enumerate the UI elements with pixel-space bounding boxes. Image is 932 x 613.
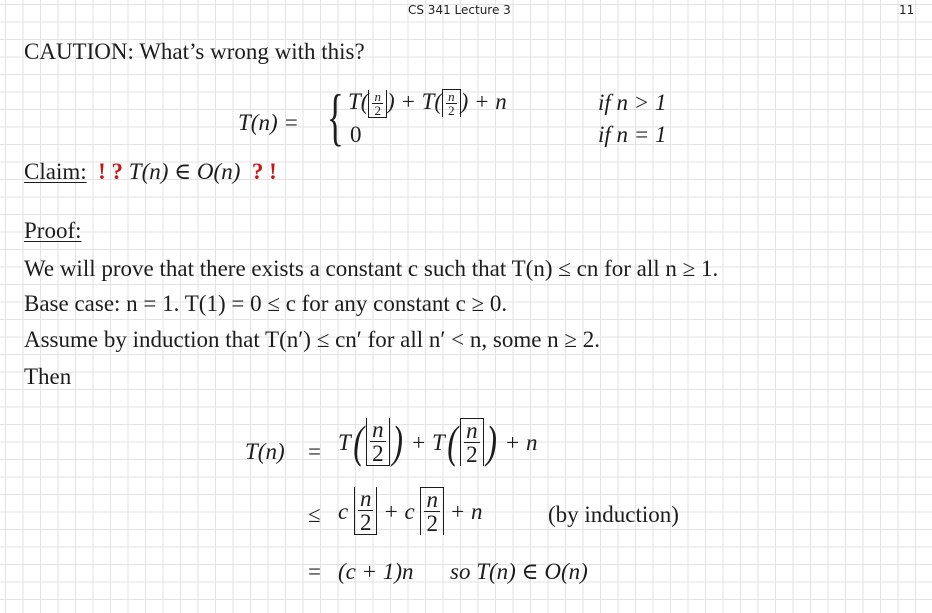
recurrence-condition-2: if n = 1 (598, 122, 667, 147)
recurrence-case-1: T(n 2) + T(n 2) + n (348, 89, 507, 119)
recurrence-condition-1: if n > 1 (598, 90, 667, 115)
derivation-row-3-expr: (c + 1)n (338, 559, 414, 584)
claim-marks-open: ! ? (98, 159, 124, 184)
derivation-row-2-note: (by induction) (548, 502, 679, 527)
derivation-row-2-rel: ≤ (308, 502, 321, 527)
recurrence-lhs: T(n) = (238, 110, 299, 135)
derivation-row-1-lhs: T(n) (245, 439, 285, 464)
claim-label: Claim: (24, 159, 87, 184)
claim-marks-close: ? ! (251, 159, 277, 184)
claim-statement: T(n) ∈ O(n) (128, 159, 241, 184)
proof-line-1: We will prove that there exists a consta… (24, 256, 719, 281)
derivation-row-1-rel: = (308, 439, 321, 464)
caution-heading: CAUTION: What’s wrong with this? (24, 39, 365, 64)
proof-line-3: Assume by induction that T(n′) ≤ cn′ for… (24, 327, 601, 352)
lecture-title: CS 341 Lecture 3 (408, 3, 511, 17)
proof-line-4: Then (24, 364, 72, 389)
recurrence-case-2: 0 (350, 122, 362, 147)
derivation-row-1-rhs: T(n 2) + T(n 2) + n (338, 416, 538, 467)
proof-label: Proof: (24, 218, 82, 243)
proof-line-2: Base case: n = 1. T(1) = 0 ≤ c for any c… (24, 291, 508, 316)
derivation-row-2-rhs: c n2 + c n2 + n (338, 486, 483, 536)
page-number: 11 (899, 3, 915, 17)
derivation-row-3-rel: = (308, 559, 321, 584)
derivation-row-3-conclusion: so T(n) ∈ O(n) (450, 559, 588, 584)
claim-line: Claim: ! ? T(n) ∈ O(n) ? ! (24, 160, 277, 183)
left-brace: { (326, 81, 344, 152)
